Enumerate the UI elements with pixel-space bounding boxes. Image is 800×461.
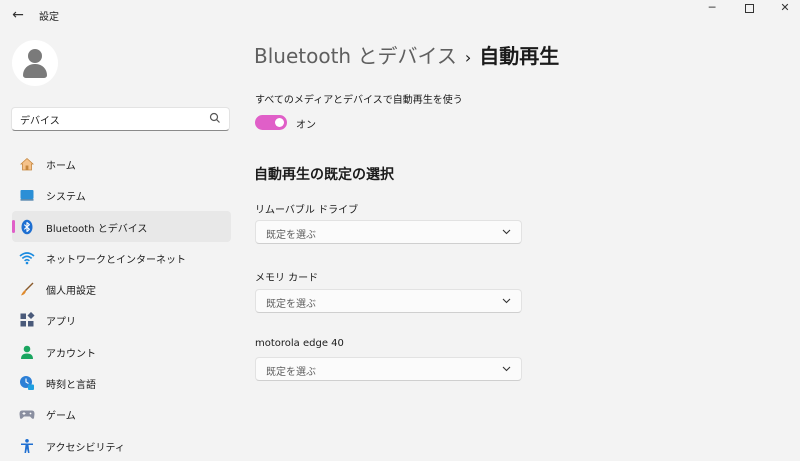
chevron-down-icon (502, 366, 511, 372)
system-icon (20, 190, 34, 201)
toggle-knob (275, 118, 284, 127)
app-title: 設定 (39, 12, 59, 23)
avatar-head-shape (28, 49, 42, 63)
defaults-section-title: 自動再生の既定の選択 (254, 167, 394, 183)
maximize-icon (744, 3, 754, 13)
sidebar-item-accessibility[interactable]: アクセシビリティ (12, 430, 231, 461)
minimize-icon: ─ (708, 1, 716, 14)
chevron-down-icon (502, 229, 511, 235)
close-button[interactable]: ✕ (763, 0, 800, 16)
autoplay-toggle-description: すべてのメディアとデバイスで自動再生を使う (255, 95, 463, 106)
breadcrumb-parent-link[interactable]: Bluetooth とデバイス (254, 44, 457, 68)
memory-card-dropdown[interactable]: 既定を選ぶ (255, 289, 522, 313)
back-button[interactable]: ← (8, 6, 28, 24)
dropdown-value: 既定を選ぶ (266, 367, 316, 378)
sidebar-item-label: ネットワークとインターネット (46, 254, 186, 266)
removable-drive-dropdown[interactable]: 既定を選ぶ (255, 220, 522, 244)
home-icon (19, 157, 35, 171)
sidebar-item-bluetooth[interactable]: Bluetooth とデバイス (12, 210, 231, 242)
sidebar-item-label: アクセシビリティ (46, 442, 125, 454)
search-input[interactable] (20, 111, 200, 127)
back-arrow-icon: ← (12, 7, 24, 23)
sidebar-item-label: Bluetooth とデバイス (46, 223, 148, 235)
sidebar-item-label: 時刻と言語 (46, 380, 96, 392)
sidebar-item-label: アカウント (46, 348, 96, 360)
sidebar-item-label: ゲーム (46, 411, 76, 423)
removable-drive-label: リムーバブル ドライブ (255, 205, 359, 216)
autoplay-toggle[interactable] (255, 115, 287, 130)
dropdown-value: 既定を選ぶ (266, 230, 316, 241)
sidebar-nav: ホーム システム Bluetooth とデバイス ネットワークとインターネット (12, 148, 231, 461)
sidebar-item-label: システム (46, 192, 86, 204)
accounts-icon (21, 345, 33, 359)
chevron-down-icon (502, 298, 511, 304)
network-icon (19, 252, 35, 265)
sidebar-item-network[interactable]: ネットワークとインターネット (12, 242, 231, 273)
bluetooth-icon (21, 219, 33, 234)
sidebar-item-time-language[interactable]: 時刻と言語 (12, 367, 231, 398)
time-language-icon (20, 376, 34, 391)
sidebar-item-personalization[interactable]: 個人用設定 (12, 273, 231, 304)
sidebar-item-label: 個人用設定 (46, 286, 96, 298)
accessibility-icon (21, 438, 33, 453)
device-dropdown[interactable]: 既定を選ぶ (255, 357, 522, 381)
dropdown-value: 既定を選ぶ (266, 299, 316, 310)
search-icon[interactable] (209, 112, 221, 124)
apps-icon (20, 312, 35, 327)
avatar-body-shape (23, 64, 47, 78)
sidebar-item-system[interactable]: システム (12, 179, 231, 210)
sidebar-item-label: アプリ (46, 317, 76, 329)
memory-card-label: メモリ カード (255, 273, 319, 284)
title-bar: ← 設定 ─ ✕ (0, 0, 800, 30)
avatar[interactable] (12, 40, 58, 86)
breadcrumb-separator: › (464, 48, 472, 67)
search-box[interactable] (11, 107, 230, 131)
sidebar-item-home[interactable]: ホーム (12, 148, 231, 179)
selection-indicator (12, 219, 15, 233)
sidebar-item-label: ホーム (46, 161, 76, 172)
sidebar-item-apps[interactable]: アプリ (12, 304, 231, 335)
sidebar-item-gaming[interactable]: ゲーム (12, 398, 231, 429)
sidebar-item-accounts[interactable]: アカウント (12, 336, 231, 367)
breadcrumb: Bluetooth とデバイス › 自動再生 (254, 40, 559, 69)
personalization-icon (21, 282, 34, 296)
gaming-icon (19, 410, 35, 420)
device-label: motorola edge 40 (255, 338, 344, 349)
close-icon: ✕ (780, 1, 790, 14)
autoplay-toggle-state: オン (296, 120, 316, 131)
page-title: 自動再生 (479, 44, 560, 68)
